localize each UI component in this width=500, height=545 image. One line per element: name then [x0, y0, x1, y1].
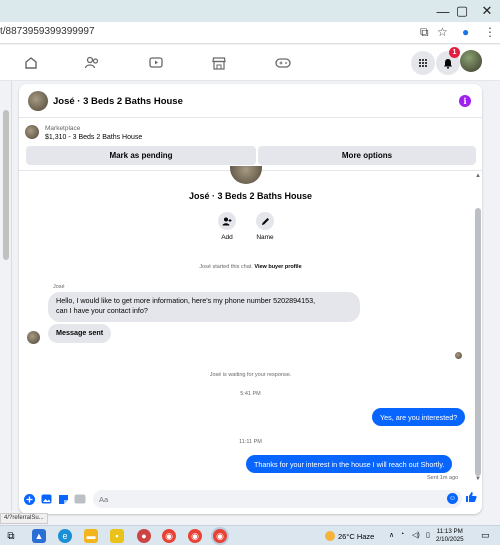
- chat-intro-title: José · 3 Beds 2 Baths House: [188, 191, 313, 201]
- message-composer: ☺: [19, 484, 482, 514]
- message-input[interactable]: [93, 490, 462, 508]
- browser-menu-icon[interactable]: ⋮: [484, 25, 496, 39]
- edge-browser-icon[interactable]: e: [58, 529, 72, 543]
- clock-date: 2/10/2025: [436, 536, 464, 543]
- timestamp: 11:11 PM: [239, 439, 262, 445]
- plus-icon[interactable]: [23, 493, 35, 505]
- home-icon[interactable]: [19, 53, 43, 73]
- chat-window: José · 3 Beds 2 Baths House i Marketplac…: [19, 84, 482, 514]
- facebook-top-nav: 1: [0, 45, 500, 81]
- network-icon[interactable]: ◔: [400, 531, 404, 538]
- seen-receipt-avatar: [455, 352, 462, 359]
- chrome-active-icon[interactable]: ◉: [213, 529, 227, 543]
- scroll-up-arrow-icon[interactable]: ▲: [475, 173, 481, 179]
- sender-name: José: [53, 284, 65, 290]
- emoji-icon[interactable]: ☺: [447, 493, 458, 504]
- message-line: can I have your contact info?: [56, 306, 148, 315]
- marketplace-label: Marketplace: [45, 125, 81, 132]
- sticky-notes-icon[interactable]: ▪: [110, 529, 124, 543]
- chat-header-title[interactable]: José · 3 Beds 2 Baths House: [53, 96, 183, 107]
- view-buyer-profile-link[interactable]: View buyer profile: [254, 264, 301, 270]
- close-window-button[interactable]: ✕: [472, 0, 500, 22]
- system-clock[interactable]: 11:13 PM 2/10/2025: [436, 528, 464, 544]
- windows-taskbar: ⧉ ▲ e ▬ ▪ ● ◉ ◉ ◉ 26°C Haze ∧ ◔ ◁) ▯ 11:…: [0, 525, 500, 545]
- add-friend-icon[interactable]: [218, 212, 236, 230]
- listing-thumbnail[interactable]: [25, 125, 39, 139]
- sent-status: Sent 1m ago: [427, 475, 459, 481]
- outgoing-message[interactable]: Yes, are you interested?: [372, 408, 466, 426]
- add-label: Add: [221, 234, 233, 241]
- video-icon[interactable]: [144, 53, 168, 73]
- more-options-button[interactable]: More options: [258, 146, 476, 165]
- file-explorer-icon[interactable]: ▬: [84, 529, 98, 543]
- contact-avatar[interactable]: [28, 91, 48, 111]
- weather-haze-icon[interactable]: [325, 531, 335, 541]
- chat-started-notice: José started this chat. View buyer profi…: [19, 264, 482, 270]
- scroll-down-arrow-icon[interactable]: ▼: [475, 476, 481, 482]
- friends-icon[interactable]: [80, 53, 104, 73]
- message-line: Hello, I would like to get more informat…: [56, 296, 316, 305]
- bookmark-star-icon[interactable]: ☆: [437, 25, 448, 39]
- address-bar[interactable]: t/8873959399399997 ⧉ ☆ ● ⋮: [0, 22, 500, 44]
- gaming-icon[interactable]: [271, 53, 295, 73]
- edit-name-icon[interactable]: [256, 212, 274, 230]
- waiting-notice: José is waiting for your response.: [209, 372, 292, 378]
- incoming-message[interactable]: Message sent: [48, 324, 112, 343]
- menu-grid-icon[interactable]: [411, 51, 435, 75]
- system-tray-chevron-icon[interactable]: ∧: [389, 531, 394, 539]
- gif-icon[interactable]: [74, 493, 86, 505]
- weather-app-icon[interactable]: ▲: [32, 529, 46, 543]
- chat-started-text: José started this chat.: [199, 264, 253, 270]
- thumbs-up-icon[interactable]: [465, 491, 477, 506]
- timestamp: 5:41 PM: [240, 391, 261, 397]
- chrome-icon[interactable]: ◉: [162, 529, 176, 543]
- paint-app-icon[interactable]: ●: [137, 529, 151, 543]
- chat-intro-avatar: [230, 166, 262, 184]
- account-avatar[interactable]: [460, 50, 482, 72]
- task-view-icon[interactable]: ⧉: [4, 529, 18, 543]
- url-text[interactable]: t/8873959399399997: [0, 26, 95, 37]
- outgoing-message[interactable]: Thanks for your interest in the house I …: [246, 455, 453, 473]
- mark-as-pending-button[interactable]: Mark as pending: [26, 146, 256, 165]
- browser-title-bar: — ▢ ✕: [0, 0, 500, 22]
- notification-badge: 1: [449, 47, 460, 58]
- chrome-icon[interactable]: ◉: [188, 529, 202, 543]
- chat-scrollbar-thumb[interactable]: [475, 208, 481, 476]
- left-scrollbar-thumb[interactable]: [3, 110, 9, 260]
- clock-time: 11:13 PM: [436, 528, 463, 535]
- name-label: Name: [256, 234, 274, 241]
- info-icon[interactable]: i: [459, 95, 471, 107]
- chat-header: José · 3 Beds 2 Baths House i: [19, 84, 482, 118]
- notifications-center-icon[interactable]: ▭: [481, 530, 490, 541]
- listing-summary[interactable]: $1,310 - 3 Beds 2 Baths House: [45, 134, 142, 141]
- profile-icon[interactable]: ●: [462, 25, 469, 39]
- sticker-icon[interactable]: [57, 493, 69, 505]
- link-status-tooltip: 4/?referralSu...: [0, 513, 48, 524]
- battery-icon[interactable]: ▯: [426, 531, 430, 539]
- photo-icon[interactable]: [40, 493, 52, 505]
- incoming-message[interactable]: Hello, I would like to get more informat…: [48, 292, 360, 322]
- install-app-icon[interactable]: ⧉: [420, 25, 429, 40]
- sender-avatar[interactable]: [27, 331, 40, 344]
- weather-temperature[interactable]: 26°C Haze: [338, 532, 374, 541]
- marketplace-icon[interactable]: [207, 53, 231, 73]
- volume-icon[interactable]: ◁): [412, 531, 420, 539]
